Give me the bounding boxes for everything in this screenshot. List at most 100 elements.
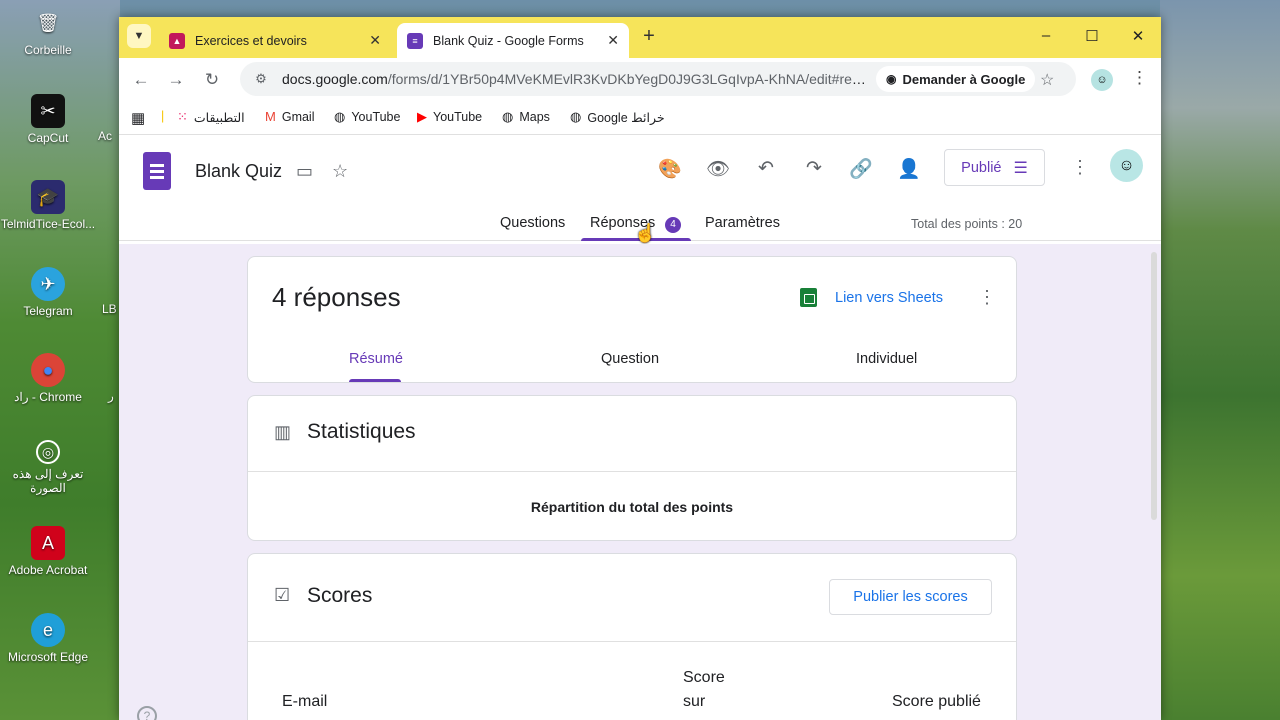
bookmark-apps[interactable]: ⁙ التطبيقات — [177, 109, 245, 125]
acrobat-icon: A — [31, 526, 65, 560]
desktop-icon-chrome[interactable]: ● راد - Chrome — [0, 353, 96, 404]
statistics-card: ▥ Statistiques Répartition du total des … — [247, 395, 1017, 541]
forms-logo-icon[interactable] — [143, 152, 171, 190]
link-to-sheets-button[interactable]: Lien vers Sheets — [800, 288, 943, 307]
column-header-score-line2: sur — [683, 693, 706, 710]
bookmark-youtube-2[interactable]: ▶ YouTube — [417, 109, 482, 125]
scrollbar[interactable] — [1151, 252, 1157, 520]
desktop-icon-telmidtice[interactable]: 🎓 TelmidTice-Ecol... — [0, 180, 96, 231]
help-icon[interactable]: ? — [137, 706, 157, 720]
lens-icon: ◉ — [886, 72, 897, 86]
responses-content: 4 réponses Lien vers Sheets ⋮ Résumé Que… — [119, 244, 1161, 720]
bar-chart-icon: ▥ — [274, 422, 292, 442]
bookmark-star-icon[interactable]: ☆ — [1040, 70, 1054, 90]
apps-launcher-icon[interactable]: ▦ — [131, 109, 145, 127]
edge-icon: e — [31, 613, 65, 647]
desktop-icon-telegram[interactable]: ✈ Telegram — [0, 267, 96, 318]
link-icon[interactable]: 🔗 — [847, 157, 875, 181]
desktop-icon-adobe-acrobat[interactable]: A Adobe Acrobat — [0, 526, 96, 577]
more-vert-icon[interactable]: ⋮ — [978, 287, 996, 308]
bookmark-gmail[interactable]: M Gmail — [265, 109, 315, 124]
column-header-score-line1: Score — [683, 669, 725, 686]
doc-title[interactable]: Blank Quiz — [195, 161, 282, 182]
publish-scores-button[interactable]: Publier les scores — [829, 579, 992, 615]
browser-window: ▼ ▲ Exercices et devoirs ✕ ≡ Blank Quiz … — [119, 17, 1161, 720]
bookmark-youtube-1[interactable]: ◍ YouTube — [334, 109, 400, 125]
close-icon[interactable]: ✕ — [607, 32, 619, 49]
bookmark-label: Maps — [519, 110, 550, 124]
subtab-summary[interactable]: Résumé — [349, 351, 403, 367]
url-path: /forms/d/1YBr50p4MVeKMEvlR3KvDKbYegD0J9G… — [387, 71, 872, 87]
tab-exercices[interactable]: ▲ Exercices et devoirs ✕ — [159, 23, 391, 58]
minimize-button[interactable]: – — [1023, 27, 1069, 44]
bookmark-separator: | — [161, 109, 165, 123]
palette-icon[interactable]: 🎨 — [656, 157, 684, 181]
publish-label: Publié — [961, 159, 1002, 176]
active-subtab-indicator — [349, 379, 401, 382]
desktop-icon-label: تعرف إلى هذه الصورة — [12, 467, 84, 495]
tab-blank-quiz[interactable]: ≡ Blank Quiz - Google Forms ✕ — [397, 23, 629, 58]
mouse-cursor-icon: ☝ — [634, 223, 657, 243]
url-text[interactable]: docs.google.com/forms/d/1YBr50p4MVeKMEvl… — [282, 71, 872, 87]
new-tab-button[interactable]: + — [635, 25, 663, 48]
url-host: docs.google.com — [282, 71, 388, 87]
add-collaborator-icon[interactable]: 👤 — [895, 157, 923, 181]
ask-google-button[interactable]: ◉ Demander à Google — [876, 66, 1036, 92]
ask-google-label: Demander à Google — [902, 71, 1026, 87]
browser-profile-icon[interactable]: ☺ — [1091, 69, 1113, 91]
bookmark-label: Gmail — [281, 109, 315, 124]
bookmark-label: Google خرائط — [587, 110, 665, 125]
responses-count-badge: 4 — [665, 217, 681, 233]
forms-favicon-icon: ≡ — [407, 32, 423, 49]
bookmark-maps[interactable]: ◍ Maps — [502, 109, 550, 125]
undo-icon[interactable]: ↶ — [752, 157, 780, 180]
scores-title: Scores — [307, 584, 373, 607]
site-settings-icon[interactable]: ⚙ — [246, 71, 276, 87]
desktop-icon-label: Telegram — [23, 304, 73, 318]
publish-button[interactable]: Publié ☰ — [944, 149, 1045, 186]
more-vert-icon[interactable]: ⋮ — [1131, 68, 1148, 88]
responses-count-title: 4 réponses — [272, 282, 401, 312]
sheets-link-label: Lien vers Sheets — [835, 289, 944, 306]
preview-eye-icon[interactable]: 👁 — [704, 157, 732, 181]
column-header-email: E-mail — [282, 693, 328, 710]
close-window-button[interactable]: ✕ — [1115, 27, 1161, 45]
maximize-button[interactable]: ☐ — [1069, 27, 1115, 45]
tab-title: Exercices et devoirs — [195, 33, 307, 48]
address-bar-row: ← → ↻ ⚙ docs.google.com/forms/d/1YBr50p4… — [119, 58, 1161, 102]
bookmark-label: التطبيقات — [193, 110, 245, 125]
globe-icon: ◍ — [334, 109, 346, 124]
tab-settings[interactable]: Paramètres — [705, 215, 780, 231]
desktop-icon-edge[interactable]: e Microsoft Edge — [0, 613, 96, 664]
tab-questions[interactable]: Questions — [500, 215, 565, 231]
bookmarks-bar: ▦ | ⁙ التطبيقات M Gmail ◍ YouTube ▶ YouTube … — [119, 102, 1161, 135]
bookmark-google-maps-ar[interactable]: ◍ Google خرائط — [570, 109, 665, 125]
avatar[interactable]: ☺ — [1110, 149, 1143, 182]
redo-icon[interactable]: ↷ — [800, 157, 828, 180]
star-icon[interactable]: ☆ — [332, 161, 348, 182]
scores-card: ☑ Scores Publier les scores E-mail Score… — [247, 553, 1017, 720]
tab-strip: ▼ ▲ Exercices et devoirs ✕ ≡ Blank Quiz … — [119, 17, 1161, 58]
close-icon[interactable]: ✕ — [369, 32, 381, 49]
desktop-icon-label: CapCut — [27, 131, 69, 145]
points-distribution-title: Répartition du total des points — [530, 499, 734, 515]
bookmark-label: YouTube — [433, 110, 483, 124]
more-vert-icon[interactable]: ⋮ — [1071, 157, 1089, 178]
desktop-icon-label: TelmidTice-Ecol... — [0, 217, 96, 231]
subtab-question[interactable]: Question — [601, 351, 659, 367]
desktop-icon-recycle-bin[interactable]: 🗑 Corbeille — [0, 6, 96, 57]
desktop-icon-spotlight[interactable]: ◎ تعرف إلى هذه الصورة — [0, 440, 96, 495]
omnibox[interactable]: ⚙ docs.google.com/forms/d/1YBr50p4MVeKME… — [240, 62, 1076, 96]
folder-icon[interactable]: ▭ — [296, 161, 313, 182]
tab-search-button[interactable]: ▼ — [127, 24, 151, 48]
desktop-icon-capcut[interactable]: ✂ CapCut — [0, 94, 96, 145]
back-arrow-icon[interactable]: ← — [129, 70, 153, 90]
gmail-icon: M — [265, 109, 276, 124]
forms-header: Blank Quiz ▭ ☆ 🎨 👁 ↶ ↷ 🔗 👤 Publié ☰ ⋮ ☺ … — [119, 135, 1161, 243]
reload-icon[interactable]: ↻ — [200, 70, 224, 90]
capcut-icon: ✂ — [31, 94, 65, 128]
globe-icon: ◍ — [570, 109, 582, 124]
forward-arrow-icon[interactable]: → — [164, 70, 188, 90]
subtab-individual[interactable]: Individuel — [856, 351, 917, 367]
chrome-icon: ● — [31, 353, 65, 387]
